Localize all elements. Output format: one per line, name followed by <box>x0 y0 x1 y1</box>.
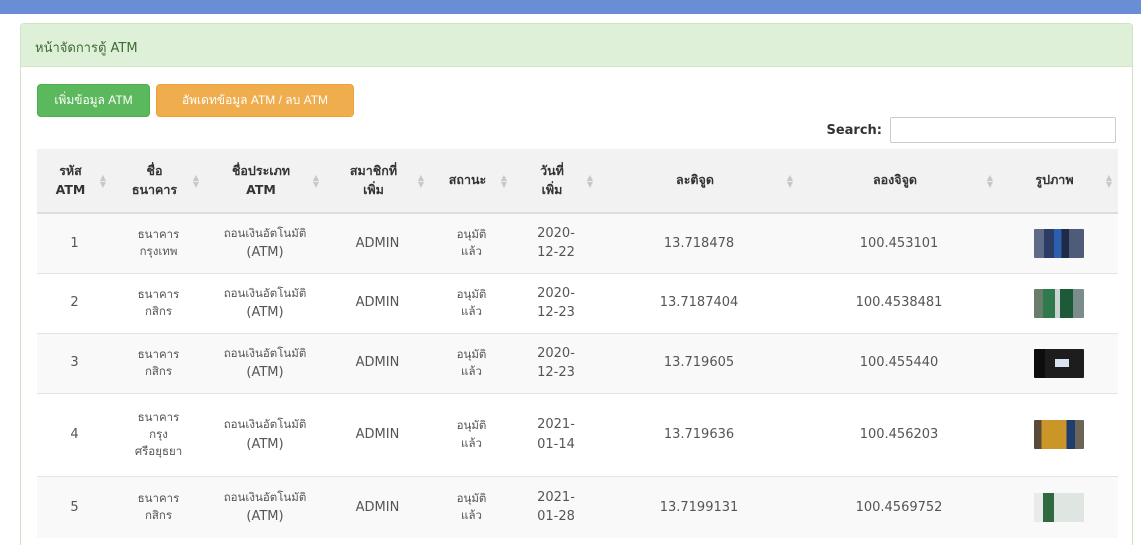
bank-name: ธนาคาร กรุงเทพ <box>112 212 205 273</box>
column-header-bank[interactable]: ชื่อ ธนาคาร ▲ ▼ <box>112 149 205 214</box>
sort-icon: ▲ ▼ <box>786 172 793 189</box>
atm-table: รหัส ATM ▲ ▼ ชื่อ ธนาคาร ▲ ▼ ชื่อประเภท ATM ▲ ▼ ส… <box>37 149 1118 538</box>
latitude: 13.719605 <box>599 332 799 393</box>
table-row: 3 ธนาคาร กสิกร ถอนเงินอัตโนมัติ (ATM) ADMI… <box>37 332 1118 393</box>
panel-title: หน้าจัดการตู้ ATM <box>21 24 1132 67</box>
column-header-date-added[interactable]: วันที่ เพิ่ม ▲ ▼ <box>513 149 599 214</box>
date-added: 2021- 01-14 <box>513 392 599 476</box>
status: อนุมัติ แล้ว <box>430 272 513 333</box>
sort-icon: ▲ ▼ <box>1105 172 1112 189</box>
atm-type: ถอนเงินอัตโนมัติ (ATM) <box>205 272 325 333</box>
atm-id: 2 <box>37 272 112 333</box>
atm-image-cell <box>999 475 1118 538</box>
added-by: ADMIN <box>325 212 430 273</box>
date-added: 2020- 12-23 <box>513 332 599 393</box>
column-header-latitude[interactable]: ละติจูด ▲ ▼ <box>599 149 799 214</box>
bank-name: ธนาคาร กสิกร <box>112 272 205 333</box>
atm-type: ถอนเงินอัตโนมัติ (ATM) <box>205 475 325 538</box>
latitude: 13.718478 <box>599 212 799 273</box>
sort-icon: ▲ ▼ <box>99 172 106 189</box>
atm-id: 4 <box>37 392 112 476</box>
atm-id: 1 <box>37 212 112 273</box>
sort-icon: ▲ ▼ <box>500 172 507 189</box>
added-by: ADMIN <box>325 392 430 476</box>
atm-image-cell <box>999 332 1118 393</box>
table-row: 4 ธนาคาร กรุง ศรีอยุธยา ถอนเงินอัตโนมัติ (A… <box>37 392 1118 476</box>
column-header-longitude[interactable]: ลองจิจูด ▲ ▼ <box>799 149 999 214</box>
sort-icon: ▲ ▼ <box>586 172 593 189</box>
table-header-row: รหัส ATM ▲ ▼ ชื่อ ธนาคาร ▲ ▼ ชื่อประเภท ATM ▲ ▼ ส… <box>37 149 1118 214</box>
table-row: 5 ธนาคาร กสิกร ถอนเงินอัตโนมัติ (ATM) ADMI… <box>37 475 1118 538</box>
atm-photo-thumbnail[interactable] <box>1033 420 1084 449</box>
atm-type: ถอนเงินอัตโนมัติ (ATM) <box>205 392 325 476</box>
search-box: Search: <box>826 117 1116 143</box>
atm-photo-thumbnail[interactable] <box>1033 228 1084 258</box>
added-by: ADMIN <box>325 272 430 333</box>
longitude: 100.456203 <box>799 392 999 476</box>
status: อนุมัติ แล้ว <box>430 212 513 273</box>
table-row: 2 ธนาคาร กสิกร ถอนเงินอัตโนมัติ (ATM) ADMI… <box>37 272 1118 333</box>
column-header-added-by[interactable]: สมาชิกที่ เพิ่ม ▲ ▼ <box>325 149 430 214</box>
latitude: 13.719636 <box>599 392 799 476</box>
sort-icon: ▲ ▼ <box>986 172 993 189</box>
bank-name: ธนาคาร กรุง ศรีอยุธยา <box>112 392 205 476</box>
longitude: 100.4538481 <box>799 272 999 333</box>
atm-type: ถอนเงินอัตโนมัติ (ATM) <box>205 332 325 393</box>
sort-icon: ▲ ▼ <box>192 172 199 189</box>
add-atm-button[interactable]: เพิ่มข้อมูล ATM <box>37 84 150 117</box>
table-row: 1 ธนาคาร กรุงเทพ ถอนเงินอัตโนมัติ (ATM) AD… <box>37 212 1118 273</box>
sort-icon: ▲ ▼ <box>417 172 424 189</box>
atm-photo-thumbnail[interactable] <box>1033 348 1084 378</box>
bank-name: ธนาคาร กสิกร <box>112 332 205 393</box>
date-added: 2021- 01-28 <box>513 475 599 538</box>
status: อนุมัติ แล้ว <box>430 392 513 476</box>
column-header-atm-type[interactable]: ชื่อประเภท ATM ▲ ▼ <box>205 149 325 214</box>
column-header-atm-id[interactable]: รหัส ATM ▲ ▼ <box>37 149 112 214</box>
atm-image-cell <box>999 212 1118 273</box>
date-added: 2020- 12-22 <box>513 212 599 273</box>
longitude: 100.4569752 <box>799 475 999 538</box>
atm-id: 3 <box>37 332 112 393</box>
status: อนุมัติ แล้ว <box>430 475 513 538</box>
status: อนุมัติ แล้ว <box>430 332 513 393</box>
atm-type: ถอนเงินอัตโนมัติ (ATM) <box>205 212 325 273</box>
longitude: 100.455440 <box>799 332 999 393</box>
longitude: 100.453101 <box>799 212 999 273</box>
latitude: 13.7187404 <box>599 272 799 333</box>
bank-name: ธนาคาร กสิกร <box>112 475 205 538</box>
atm-photo-thumbnail[interactable] <box>1033 288 1084 318</box>
search-input[interactable] <box>890 117 1116 143</box>
sort-icon: ▲ ▼ <box>312 172 319 189</box>
atm-management-panel: หน้าจัดการตู้ ATM เพิ่มข้อมูล ATM อัพเดท… <box>20 23 1133 545</box>
top-bar <box>0 0 1141 14</box>
added-by: ADMIN <box>325 332 430 393</box>
column-header-status[interactable]: สถานะ ▲ ▼ <box>430 149 513 214</box>
atm-photo-thumbnail[interactable] <box>1033 492 1084 522</box>
update-delete-atm-button[interactable]: อัพเดทข้อมูล ATM / ลบ ATM <box>156 84 354 117</box>
column-header-image[interactable]: รูปภาพ ▲ ▼ <box>999 149 1118 214</box>
added-by: ADMIN <box>325 475 430 538</box>
date-added: 2020- 12-23 <box>513 272 599 333</box>
atm-image-cell <box>999 392 1118 476</box>
atm-id: 5 <box>37 475 112 538</box>
search-label: Search: <box>826 122 882 138</box>
latitude: 13.7199131 <box>599 475 799 538</box>
atm-image-cell <box>999 272 1118 333</box>
